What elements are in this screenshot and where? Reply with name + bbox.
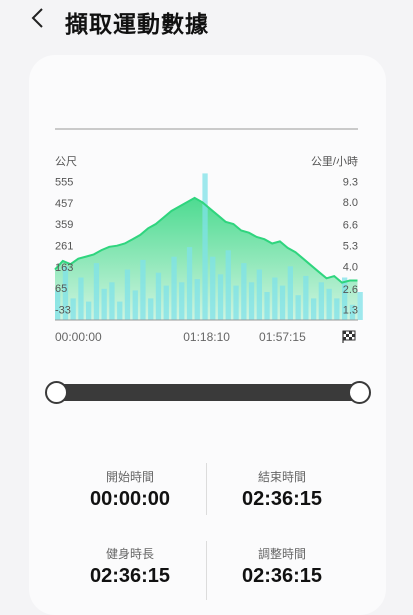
speed-bar <box>326 288 332 320</box>
speed-bar <box>248 282 255 320</box>
adjust-time-value: 02:36:15 <box>241 565 323 587</box>
y-right-tick-label: 2.6 <box>343 284 358 296</box>
speed-bar <box>217 274 224 320</box>
workout-duration-label: 健身時長 <box>105 547 154 561</box>
speed-bar <box>78 277 84 320</box>
left-axis-unit: 公尺 <box>55 156 77 168</box>
speed-bar <box>171 256 177 320</box>
y-left-tick-label: 65 <box>55 283 67 295</box>
speed-bar <box>155 272 162 320</box>
start-time-label: 開始時間 <box>105 470 154 484</box>
trim-slider-track[interactable] <box>55 384 358 401</box>
x-tick-label: 01:57:15 <box>259 330 306 344</box>
speed-bar <box>117 301 123 320</box>
speed-bar <box>287 266 293 320</box>
speed-bar <box>70 298 76 320</box>
speed-bar <box>194 279 200 320</box>
y-right-tick-label: 9.3 <box>343 176 358 188</box>
speed-bar <box>264 292 270 320</box>
speed-bar <box>210 256 216 320</box>
speed-bar <box>86 301 92 320</box>
workout-chart[interactable]: 公尺 公里/小時 555 457 359 261 163 65 -33 9.3 8.0 6.6 5.… <box>0 0 413 360</box>
y-left-tick-label: 359 <box>55 219 73 231</box>
speed-bar <box>272 277 278 320</box>
speed-bar <box>311 298 317 320</box>
adjust-time-label: 調整時間 <box>257 547 306 561</box>
x-tick-label: 00:00:00 <box>55 330 102 344</box>
speed-bar <box>295 295 301 320</box>
speed-bar <box>186 247 193 320</box>
y-left-tick-label: 163 <box>55 262 73 274</box>
speed-bar <box>101 288 107 320</box>
speed-bar <box>124 269 131 320</box>
speed-bar <box>256 269 262 320</box>
y-right-tick-label: 6.6 <box>343 220 358 232</box>
y-left-tick-label: 261 <box>55 241 73 253</box>
end-time-label: 結束時間 <box>257 470 306 484</box>
trim-end-handle[interactable] <box>348 381 371 404</box>
speed-bar <box>357 292 363 320</box>
speed-bar <box>279 285 286 320</box>
speed-bar <box>318 282 324 320</box>
speed-bar <box>93 263 100 320</box>
y-right-tick-label: 4.0 <box>343 261 358 273</box>
speed-bar <box>132 290 138 320</box>
speed-bar <box>241 263 247 320</box>
speed-bar <box>202 173 208 320</box>
speed-bar <box>163 285 169 320</box>
y-left-tick-label: 457 <box>55 198 73 210</box>
y-right-tick-label: 8.0 <box>343 197 358 209</box>
speed-bar <box>109 282 115 320</box>
speed-bar <box>334 298 340 320</box>
workout-duration-value: 02:36:15 <box>89 565 171 587</box>
start-time-value: 00:00:00 <box>89 488 171 510</box>
y-left-tick-label: 555 <box>55 177 73 189</box>
speed-bar <box>148 298 154 320</box>
speed-bar <box>303 275 309 320</box>
x-tick-label: 01:18:10 <box>183 330 230 344</box>
y-right-tick-label: 1.3 <box>343 305 358 317</box>
speed-bar <box>225 250 231 320</box>
y-left-tick-label: -33 <box>55 304 71 316</box>
trim-start-handle[interactable] <box>45 381 68 404</box>
speed-bar <box>179 282 185 320</box>
end-time-value: 02:36:15 <box>241 488 323 510</box>
right-axis-unit: 公里/小時 <box>311 155 358 168</box>
speed-bar <box>233 285 239 320</box>
checkered-flag-icon <box>342 330 356 343</box>
y-right-tick-label: 5.3 <box>343 241 358 253</box>
speed-bar <box>140 259 146 320</box>
